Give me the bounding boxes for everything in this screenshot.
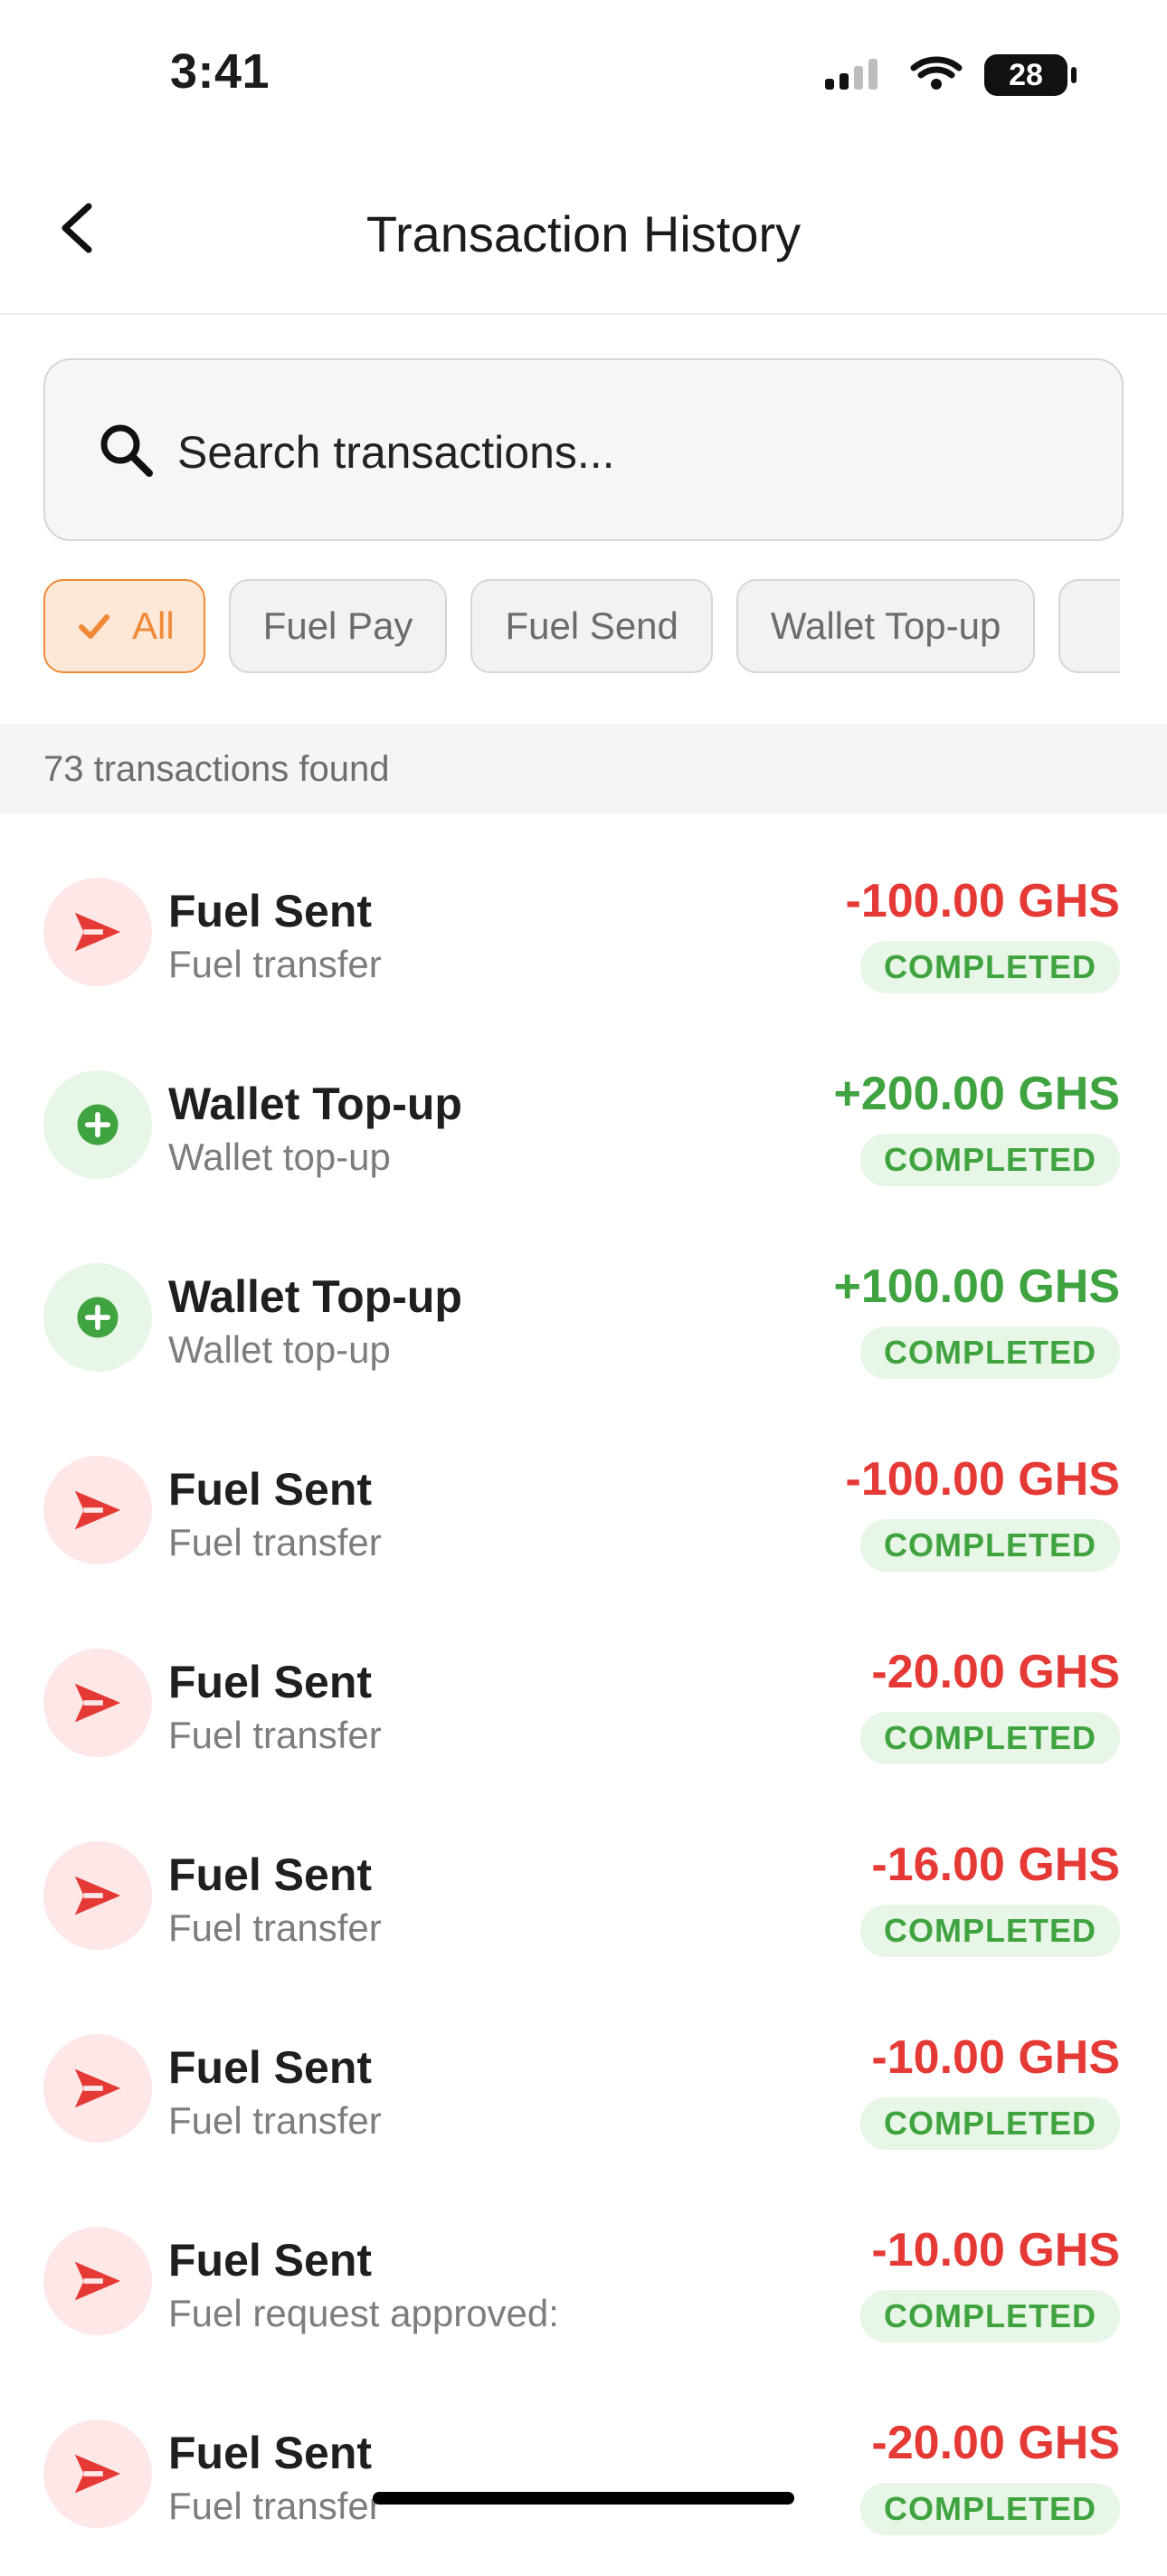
battery-level: 28 bbox=[1009, 57, 1043, 92]
search-box[interactable] bbox=[43, 358, 1124, 541]
filter-chip-wallet-topup[interactable]: Wallet Top-up bbox=[735, 579, 1036, 673]
transaction-title: Fuel Sent bbox=[168, 2235, 373, 2286]
transaction-amount: +100.00 GHS bbox=[833, 1260, 1120, 1313]
send-icon bbox=[43, 1456, 152, 1564]
home-indicator bbox=[373, 2492, 794, 2505]
status-badge: COMPLETED bbox=[859, 2483, 1120, 2535]
status-badge: COMPLETED bbox=[859, 1712, 1120, 1764]
status-icons: 28 bbox=[825, 54, 1077, 96]
transaction-title: Fuel Sent bbox=[168, 2042, 373, 2093]
transaction-subtitle: Fuel transfer bbox=[168, 943, 382, 985]
transaction-amount: -20.00 GHS bbox=[871, 1646, 1120, 1698]
transaction-row[interactable]: Fuel Sent Fuel request approved: -10.00 … bbox=[0, 2191, 1167, 2383]
transaction-amount: -20.00 GHS bbox=[871, 2417, 1120, 2469]
transaction-amount: +200.00 GHS bbox=[833, 1068, 1120, 1120]
transaction-subtitle: Wallet top-up bbox=[168, 1136, 391, 1178]
status-badge: COMPLETED bbox=[859, 2290, 1120, 2343]
search-input[interactable] bbox=[176, 413, 1084, 492]
signal-icon bbox=[825, 55, 888, 96]
filter-label: Wallet Top-up bbox=[770, 604, 1001, 647]
send-icon bbox=[43, 2034, 152, 2143]
search-icon bbox=[85, 409, 166, 490]
plus-circle-icon bbox=[43, 1263, 152, 1372]
transaction-subtitle: Wallet top-up bbox=[168, 1328, 391, 1371]
transaction-title: Fuel Sent bbox=[168, 1464, 373, 1515]
results-summary: 73 transactions found bbox=[0, 724, 1167, 814]
transaction-row[interactable]: Fuel Sent Fuel transfer -100.00 GHS COMP… bbox=[0, 841, 1167, 1034]
send-icon bbox=[43, 2227, 152, 2335]
status-badge: COMPLETED bbox=[859, 1326, 1120, 1379]
transaction-title: Wallet Top-up bbox=[168, 1271, 462, 1322]
transaction-title: Fuel Sent bbox=[168, 2428, 373, 2478]
transaction-subtitle: Fuel transfer bbox=[168, 2485, 382, 2527]
plus-circle-icon bbox=[43, 1070, 152, 1179]
transaction-row[interactable]: Fuel Sent Fuel transfer -20.00 GHS COMPL… bbox=[0, 1612, 1167, 1805]
filter-label: All bbox=[132, 604, 175, 647]
status-badge: COMPLETED bbox=[859, 941, 1120, 993]
filter-label: Fuel Pay bbox=[262, 604, 413, 647]
transaction-subtitle: Fuel transfer bbox=[168, 1521, 382, 1564]
page-title: Transaction History bbox=[365, 205, 802, 262]
transaction-row[interactable]: Fuel Sent Fuel transfer -16.00 GHS COMPL… bbox=[0, 1805, 1167, 1998]
send-icon bbox=[43, 878, 152, 986]
transaction-title: Fuel Sent bbox=[168, 886, 373, 936]
status-bar: 3:41 28 bbox=[0, 0, 1167, 154]
results-count: 73 transactions found bbox=[43, 748, 390, 789]
top-bar: Transaction History bbox=[0, 154, 1167, 315]
status-badge: COMPLETED bbox=[859, 1905, 1120, 1957]
send-icon bbox=[43, 1649, 152, 1757]
transaction-list: Fuel Sent Fuel transfer -100.00 GHS COMP… bbox=[0, 841, 1167, 2576]
transaction-row[interactable]: Wallet Top-up Wallet top-up +200.00 GHS … bbox=[0, 1034, 1167, 1227]
transaction-subtitle: Fuel transfer bbox=[168, 2099, 382, 2142]
transaction-subtitle: Fuel transfer bbox=[168, 1714, 382, 1756]
filter-chip-all[interactable]: All bbox=[43, 579, 205, 673]
transaction-row[interactable]: Fuel Sent Fuel transfer -100.00 GHS COMP… bbox=[0, 1420, 1167, 1612]
transaction-subtitle: Fuel transfer bbox=[168, 1906, 382, 1949]
status-badge: COMPLETED bbox=[859, 1519, 1120, 1572]
transaction-row[interactable]: Wallet Top-up Wallet top-up +100.00 GHS … bbox=[0, 1227, 1167, 1420]
check-icon bbox=[74, 606, 114, 646]
filter-chip-fuel-pay[interactable]: Fuel Pay bbox=[228, 579, 448, 673]
transaction-amount: -100.00 GHS bbox=[845, 1453, 1121, 1506]
transaction-amount: -16.00 GHS bbox=[871, 1839, 1120, 1891]
send-icon bbox=[43, 2419, 152, 2528]
transaction-amount: -10.00 GHS bbox=[871, 2031, 1120, 2084]
transaction-title: Wallet Top-up bbox=[168, 1079, 462, 1129]
wifi-icon bbox=[910, 55, 963, 96]
transaction-row[interactable]: Fuel Sent Fuel transfer -10.00 GHS COMPL… bbox=[0, 1998, 1167, 2191]
battery-indicator: 28 bbox=[984, 54, 1077, 96]
status-badge: COMPLETED bbox=[859, 2097, 1120, 2150]
transaction-row[interactable]: Fuel Sent Fuel transfer -20.00 GHS COMPL… bbox=[0, 2383, 1167, 2576]
status-badge: COMPLETED bbox=[859, 1134, 1120, 1186]
transaction-amount: -10.00 GHS bbox=[871, 2224, 1120, 2277]
filter-chip-more[interactable] bbox=[1058, 579, 1120, 673]
transaction-amount: -100.00 GHS bbox=[845, 875, 1121, 927]
transaction-title: Fuel Sent bbox=[168, 1657, 373, 1707]
status-time: 3:41 bbox=[170, 44, 270, 99]
transaction-title: Fuel Sent bbox=[168, 1849, 373, 1900]
filter-label: Fuel Send bbox=[505, 604, 678, 647]
transaction-subtitle: Fuel request approved: bbox=[168, 2292, 559, 2334]
filter-chip-fuel-send[interactable]: Fuel Send bbox=[470, 579, 713, 673]
filter-chips: All Fuel Pay Fuel Send Wallet Top-up bbox=[43, 579, 1120, 673]
send-icon bbox=[43, 1841, 152, 1950]
